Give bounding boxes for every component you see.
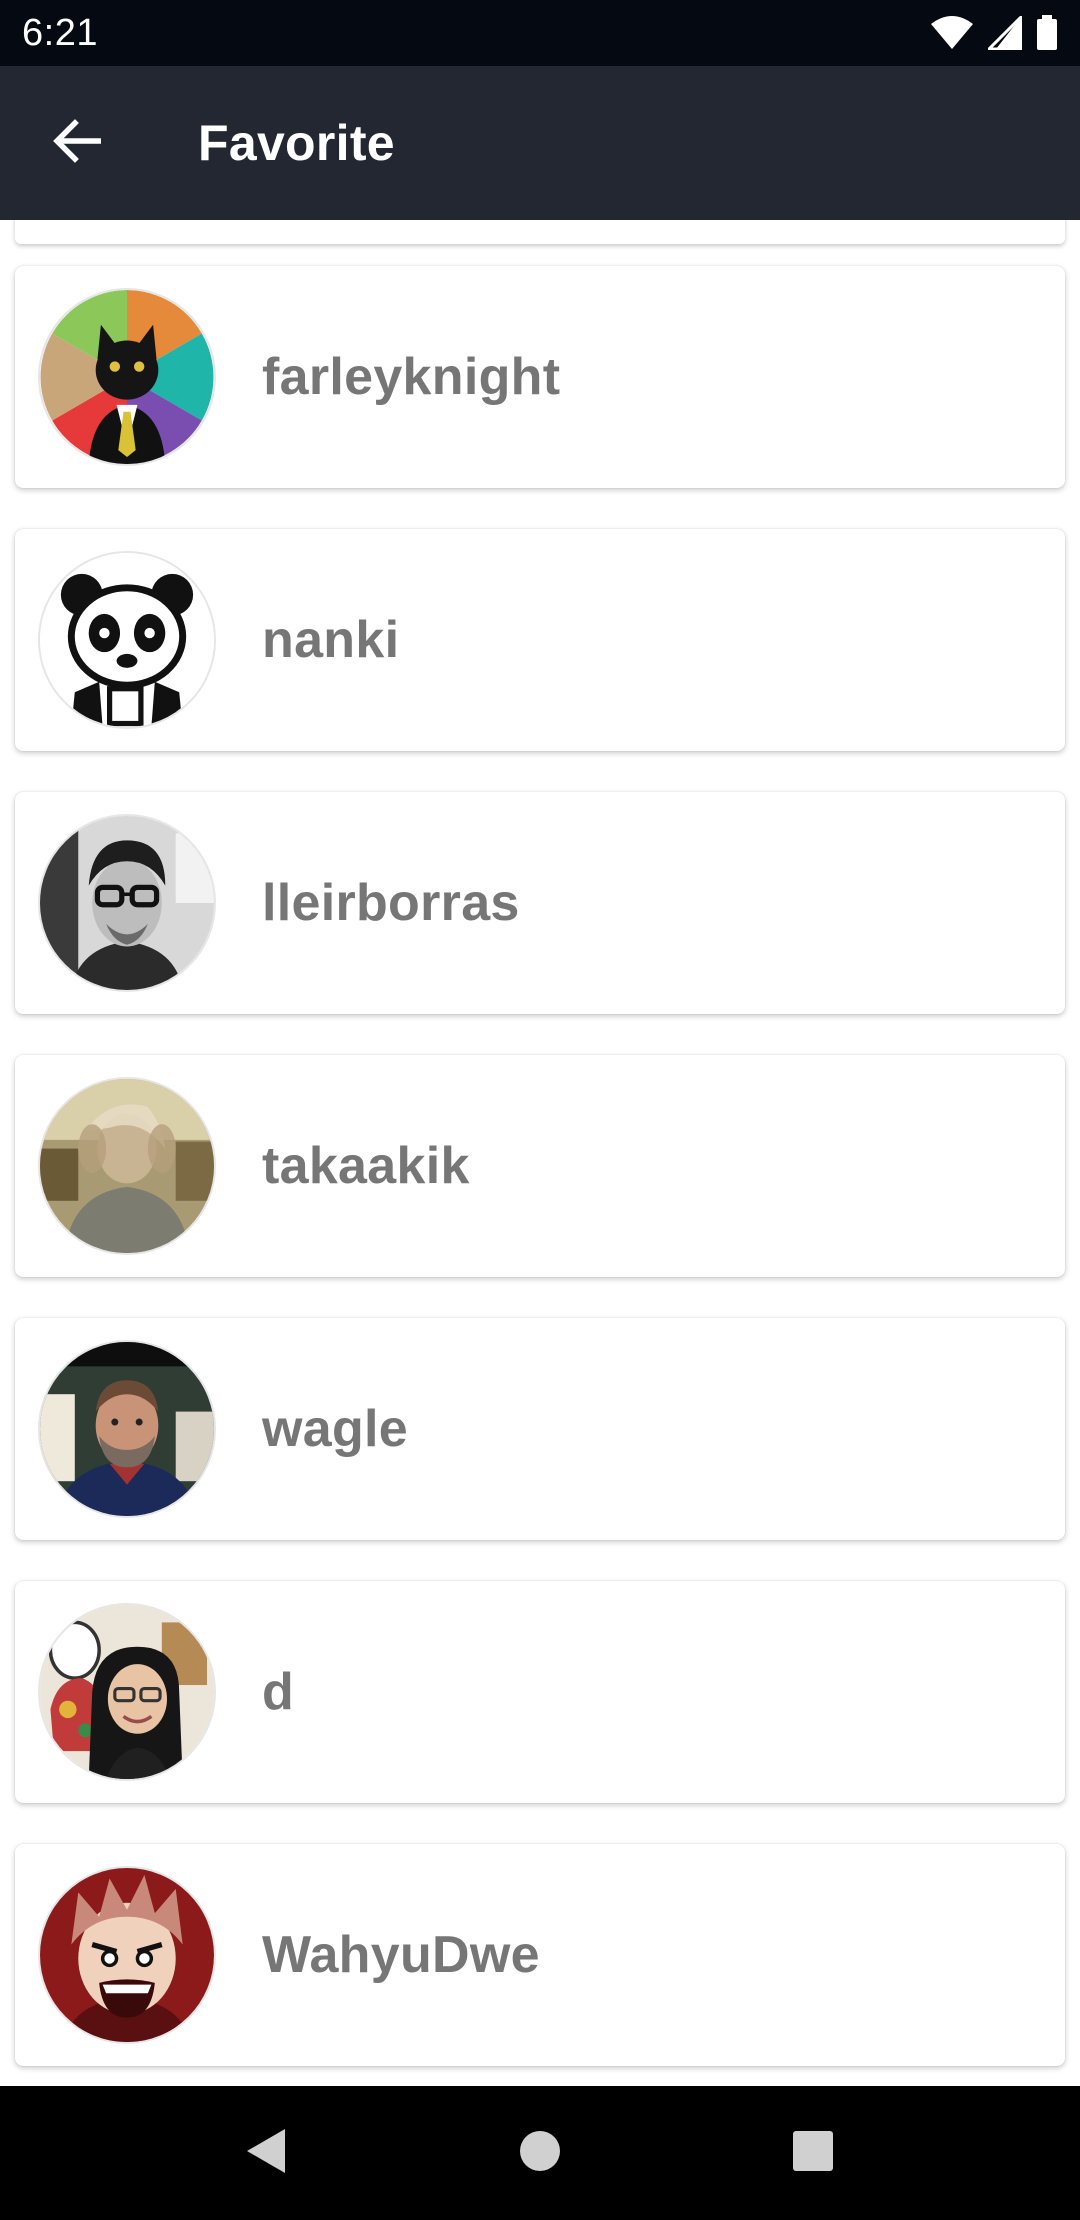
avatar — [38, 551, 216, 729]
panda-avatar — [40, 553, 214, 727]
page-title: Favorite — [198, 115, 395, 171]
battery-icon — [1036, 15, 1058, 51]
avatar — [38, 1603, 216, 1781]
favorites-screen: 6:21 Favorite farleyknight nanki lleirbo… — [0, 0, 1080, 2220]
username: wagle — [262, 1400, 408, 1458]
username: takaakik — [262, 1137, 470, 1195]
status-icons — [930, 15, 1058, 51]
list-item[interactable]: takaakik — [15, 1055, 1065, 1277]
avatar — [38, 1077, 216, 1255]
nav-recents-button[interactable] — [768, 2108, 858, 2198]
list-item[interactable]: nanki — [15, 529, 1065, 751]
wifi-icon — [930, 16, 974, 50]
username: lleirborras — [262, 874, 520, 932]
avatar — [38, 1340, 216, 1518]
avatar — [38, 814, 216, 992]
list-item-partial[interactable] — [15, 220, 1065, 244]
back-button[interactable] — [0, 66, 154, 220]
username: farleyknight — [262, 348, 561, 406]
list-item[interactable]: d — [15, 1581, 1065, 1803]
avatar — [38, 1866, 216, 2044]
woman-glasses-avatar — [40, 1605, 214, 1779]
username: d — [262, 1663, 295, 1721]
anime-character-avatar — [40, 1868, 214, 2042]
username: WahyuDwe — [262, 1926, 540, 1984]
favorites-list[interactable]: farleyknight nanki lleirborras takaakik … — [0, 220, 1080, 2086]
avatar — [38, 288, 216, 466]
signal-icon — [988, 16, 1022, 50]
square-recents-icon — [792, 2130, 834, 2177]
status-bar: 6:21 — [0, 0, 1080, 66]
username: nanki — [262, 611, 400, 669]
cat-in-suit-avatar — [40, 290, 214, 464]
app-bar: Favorite — [0, 66, 1080, 220]
arrow-left-icon — [53, 118, 102, 168]
status-time: 6:21 — [22, 11, 98, 54]
system-nav-bar — [0, 2086, 1080, 2220]
list-item[interactable]: farleyknight — [15, 266, 1065, 488]
list-item[interactable]: WahyuDwe — [15, 1844, 1065, 2066]
list-item[interactable]: lleirborras — [15, 792, 1065, 1014]
nav-back-button[interactable] — [222, 2108, 312, 2198]
nav-home-button[interactable] — [495, 2108, 585, 2198]
circle-home-icon — [518, 2129, 562, 2178]
blurred-person-avatar — [40, 1079, 214, 1253]
triangle-back-icon — [245, 2127, 289, 2180]
list-item[interactable]: wagle — [15, 1318, 1065, 1540]
bearded-man-avatar — [40, 1342, 214, 1516]
man-glasses-avatar — [40, 816, 214, 990]
